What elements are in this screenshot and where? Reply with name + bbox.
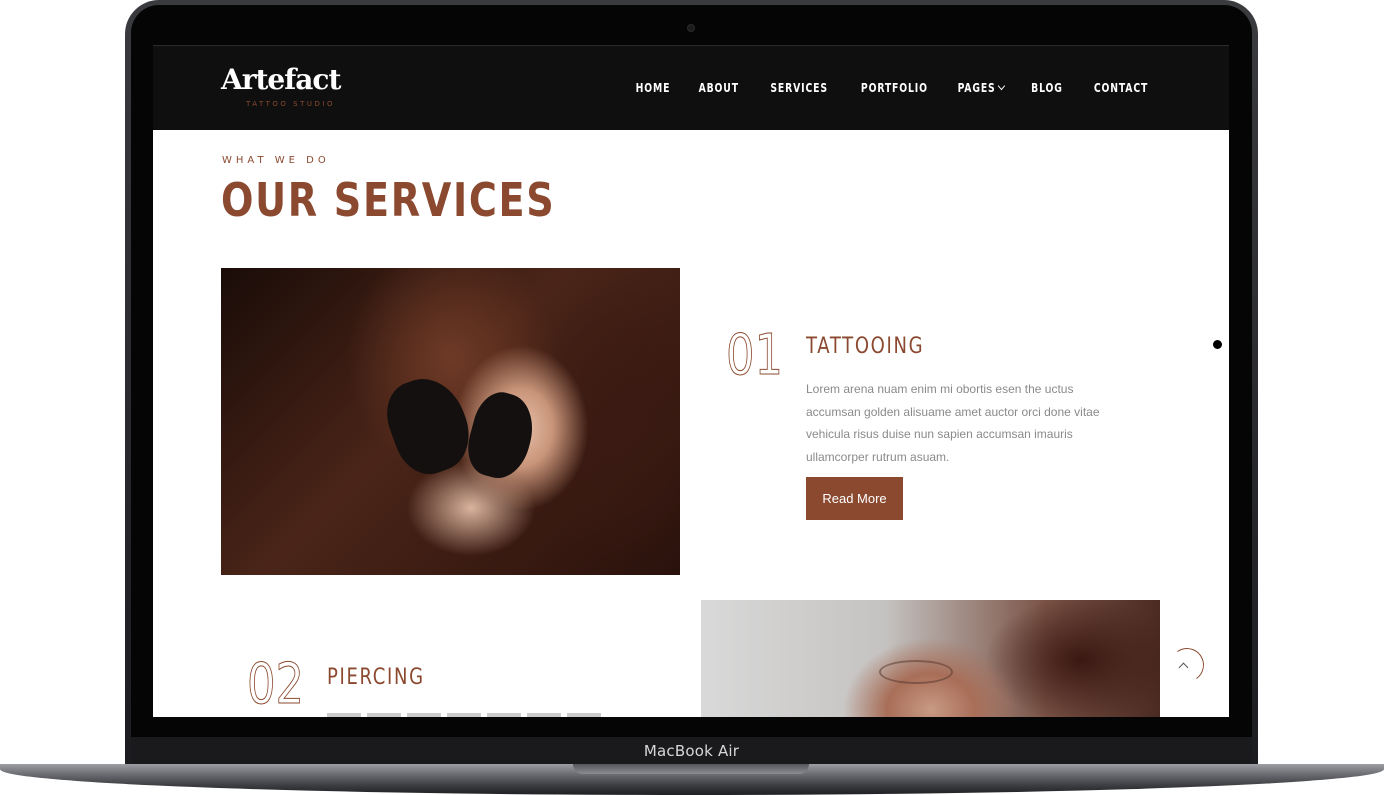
- camera-icon: [688, 25, 694, 31]
- screen: Artefact TATTOO STUDIO HOME ABOUT SERVIC…: [153, 45, 1229, 717]
- nav-blog[interactable]: BLOG: [1031, 81, 1063, 95]
- scroll-top-button[interactable]: [1167, 645, 1207, 685]
- section-title: OUR SERVICES: [221, 173, 556, 227]
- glove-right: [461, 386, 541, 485]
- service-title-tattooing: TATTOOING: [806, 334, 925, 359]
- nav-contact[interactable]: CONTACT: [1094, 81, 1148, 95]
- tattooing-photo: [221, 268, 680, 575]
- service-title-piercing: PIERCING: [327, 665, 425, 690]
- section-eyebrow: WHAT WE DO: [222, 155, 330, 166]
- nav-portfolio[interactable]: PORTFOLIO: [861, 81, 928, 95]
- glove-left: [377, 368, 480, 483]
- face-tattoo: [879, 660, 953, 684]
- service-number-01: 01: [726, 323, 784, 388]
- piercing-photo: [701, 600, 1160, 717]
- nav-about[interactable]: ABOUT: [699, 81, 739, 95]
- nav-services[interactable]: SERVICES: [770, 81, 828, 95]
- device-label: MacBook Air: [643, 742, 740, 760]
- nav-pages-label: PAGES: [957, 81, 996, 95]
- laptop-notch: [573, 764, 809, 774]
- nav-pages[interactable]: PAGES: [957, 81, 1006, 95]
- nav-home[interactable]: HOME: [636, 81, 671, 95]
- site-header: Artefact TATTOO STUDIO HOME ABOUT SERVIC…: [153, 45, 1229, 130]
- main-nav: HOME ABOUT SERVICES PORTFOLIO PAGES BLOG…: [630, 81, 1148, 95]
- read-more-button[interactable]: Read More: [806, 477, 903, 520]
- brand-tagline: TATTOO STUDIO: [246, 100, 335, 108]
- service-description: Lorem arena nuam enim mi obortis esen th…: [806, 382, 1100, 464]
- chevron-down-icon: [997, 81, 1006, 91]
- side-nav-dot[interactable]: [1213, 340, 1222, 349]
- service-number-02: 02: [247, 652, 305, 717]
- brand-logo[interactable]: Artefact: [221, 65, 341, 95]
- service-description-cut: [327, 713, 607, 717]
- laptop-chin: MacBook Air: [131, 737, 1252, 767]
